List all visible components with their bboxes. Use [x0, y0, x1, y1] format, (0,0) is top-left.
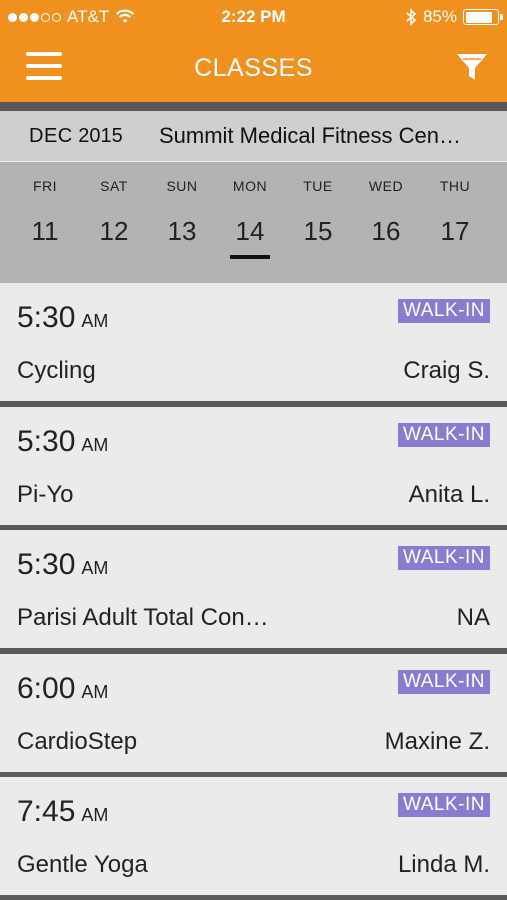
filter-funnel-icon[interactable]: [455, 50, 489, 84]
week-strip: FRI 11 SAT 12 SUN 13 MON 14 TUE 15 WED 16 THU 17: [0, 162, 507, 283]
class-time-value: 5:30: [17, 425, 76, 458]
class-time-value: 7:45: [17, 795, 76, 828]
class-list: 5:30 AM WALK-IN Cycling Craig S. 5:30 AM WALK-I…: [0, 283, 507, 900]
class-time-value: 6:00: [17, 672, 76, 705]
class-instructor: NA: [456, 604, 490, 631]
class-time: 5:30 AM: [17, 425, 108, 459]
class-time: 5:30 AM: [17, 548, 108, 582]
day-fri[interactable]: FRI 11: [11, 162, 79, 283]
walk-in-badge: WALK-IN: [398, 793, 490, 817]
day-mon[interactable]: MON 14: [216, 162, 284, 283]
day-number-label: 11: [31, 216, 59, 246]
class-card[interactable]: 5:30 AM WALK-IN Pi-Yo Anita L.: [0, 407, 507, 525]
day-of-week-label: FRI: [32, 178, 58, 194]
day-sat[interactable]: SAT 12: [80, 162, 148, 283]
selected-day-indicator: [230, 255, 270, 259]
day-number-label: 16: [371, 216, 401, 246]
day-of-week-label: WED: [368, 178, 404, 194]
class-card[interactable]: 5:30 AM WALK-IN Parisi Adult Total Con… NA: [0, 530, 507, 648]
day-number-label: 15: [303, 216, 333, 246]
class-time-ampm: AM: [81, 435, 109, 455]
battery-percent: 85%: [422, 7, 457, 26]
battery-icon: [463, 9, 503, 25]
class-time-value: 5:30: [17, 548, 76, 581]
class-card[interactable]: 7:45 AM WALK-IN Gentle Yoga Linda M.: [0, 777, 507, 895]
day-sun[interactable]: SUN 13: [148, 162, 216, 283]
day-of-week-label: SAT: [100, 178, 128, 194]
walk-in-badge: WALK-IN: [398, 423, 490, 447]
class-instructor: Linda M.: [397, 851, 490, 878]
class-instructor: Craig S.: [403, 357, 490, 384]
day-number-label: 14: [235, 216, 265, 246]
day-number-label: 13: [167, 216, 197, 246]
day-number-label: 17: [440, 216, 470, 246]
walk-in-badge: WALK-IN: [398, 670, 490, 694]
class-name: Parisi Adult Total Con…: [17, 604, 269, 631]
class-time: 6:00 AM: [17, 672, 108, 706]
class-instructor: Anita L.: [408, 481, 490, 508]
day-thu[interactable]: THU 17: [421, 162, 489, 283]
page-title: CLASSES: [194, 54, 313, 82]
nav-bar: CLASSES: [0, 34, 507, 102]
class-time-ampm: AM: [81, 682, 109, 702]
status-right: 85%: [405, 7, 503, 27]
day-of-week-label: MON: [232, 178, 268, 194]
day-wed[interactable]: WED 16: [352, 162, 420, 283]
battery-fill: [465, 11, 492, 23]
class-time: 5:30 AM: [17, 301, 108, 335]
class-name: Pi-Yo: [17, 481, 74, 508]
date-header: DEC 2015 Summit Medical Fitness Cen…: [0, 111, 507, 162]
class-time-ampm: AM: [81, 311, 109, 331]
year-label: 2015: [78, 125, 123, 147]
day-of-week-label: TUE: [303, 178, 333, 194]
day-of-week-label: THU: [439, 178, 471, 194]
bluetooth-icon: [406, 8, 417, 26]
class-card[interactable]: 6:00 AM WALK-IN CardioStep Maxine Z.: [0, 654, 507, 772]
class-time: 7:45 AM: [17, 795, 108, 829]
walk-in-badge: WALK-IN: [398, 299, 490, 323]
class-instructor: Maxine Z.: [384, 728, 490, 755]
day-of-week-label: SUN: [166, 178, 198, 194]
walk-in-badge: WALK-IN: [398, 546, 490, 570]
class-name: Cycling: [17, 357, 96, 384]
class-time-ampm: AM: [81, 558, 109, 578]
status-bar: AT&T 2:22 PM 85%: [0, 0, 507, 34]
class-name: Gentle Yoga: [17, 851, 148, 878]
day-number-label: 12: [99, 216, 129, 246]
class-name: CardioStep: [17, 728, 138, 755]
class-card[interactable]: 5:30 AM WALK-IN Cycling Craig S.: [0, 283, 507, 401]
class-time-value: 5:30: [17, 301, 76, 334]
month-year: DEC 2015: [29, 125, 123, 148]
class-time-ampm: AM: [81, 805, 109, 825]
nav-divider: [0, 102, 507, 111]
day-tue[interactable]: TUE 15: [284, 162, 352, 283]
location-name[interactable]: Summit Medical Fitness Cen…: [159, 123, 494, 149]
month-label: DEC: [29, 125, 73, 147]
